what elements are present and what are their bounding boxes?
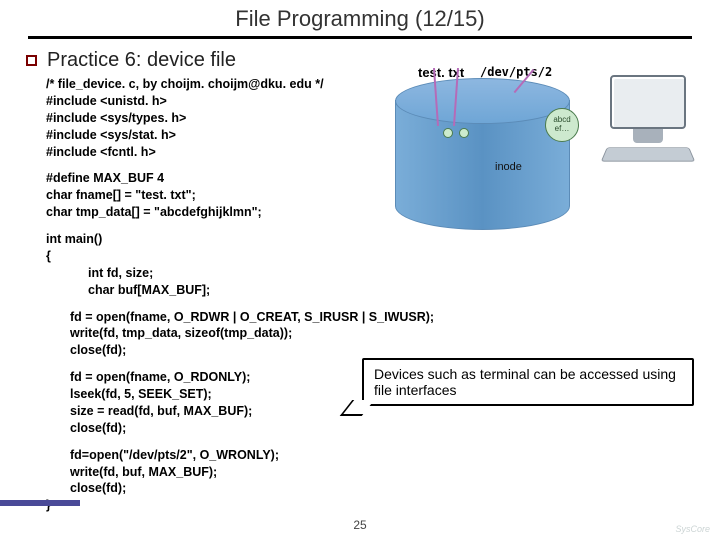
logo-watermark: SysCore [675,524,710,534]
code-includes: /* file_device. c, by choijm. choijm@dku… [46,76,396,160]
code-main-close: } [46,497,690,514]
section-title: Practice 6: device file [47,49,236,72]
bullet-icon [26,55,37,66]
monitor-stand-icon [633,129,663,143]
code-main-open: int main() { [46,231,690,265]
inode-dot-icon [443,128,453,138]
label-dev-path: /dev/pts/2 [480,65,552,79]
data-blob: abcd ef… [545,108,579,142]
disk-top [395,78,570,124]
code-write-block: fd = open(fname, O_RDWR | O_CREAT, S_IRU… [70,309,690,360]
disk-diagram: abcd ef… inode [395,78,585,253]
inode-dot-icon [459,128,469,138]
keyboard-icon [601,147,696,161]
monitor-screen-icon [610,75,686,129]
callout-box: Devices such as terminal can be accessed… [362,358,694,406]
decorative-bar [0,500,80,506]
slide-title: File Programming (12/15) [28,0,692,39]
inode-label: inode [495,161,522,173]
page-number: 25 [353,518,366,532]
code-defines: #define MAX_BUF 4 char fname[] = "test. … [46,170,690,221]
code-device-block: fd=open("/dev/pts/2", O_WRONLY); write(f… [70,447,690,498]
code-decl: int fd, size; char buf[MAX_BUF]; [88,265,690,299]
section-header: Practice 6: device file [26,49,690,72]
terminal-icon [598,75,698,163]
inode-dots [443,128,469,138]
